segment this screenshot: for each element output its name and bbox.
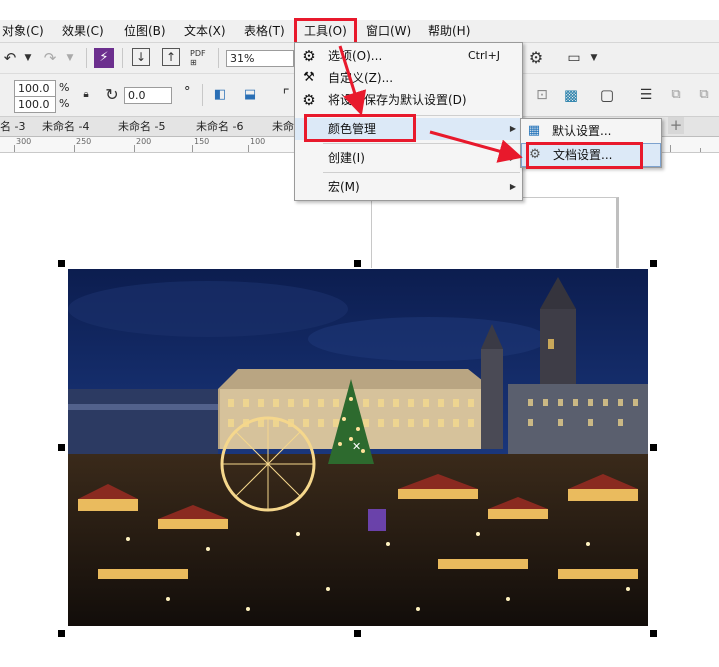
arrow-to-color-management xyxy=(338,45,367,116)
arrow-to-document-settings xyxy=(429,130,523,163)
annotation-arrows xyxy=(338,45,523,163)
